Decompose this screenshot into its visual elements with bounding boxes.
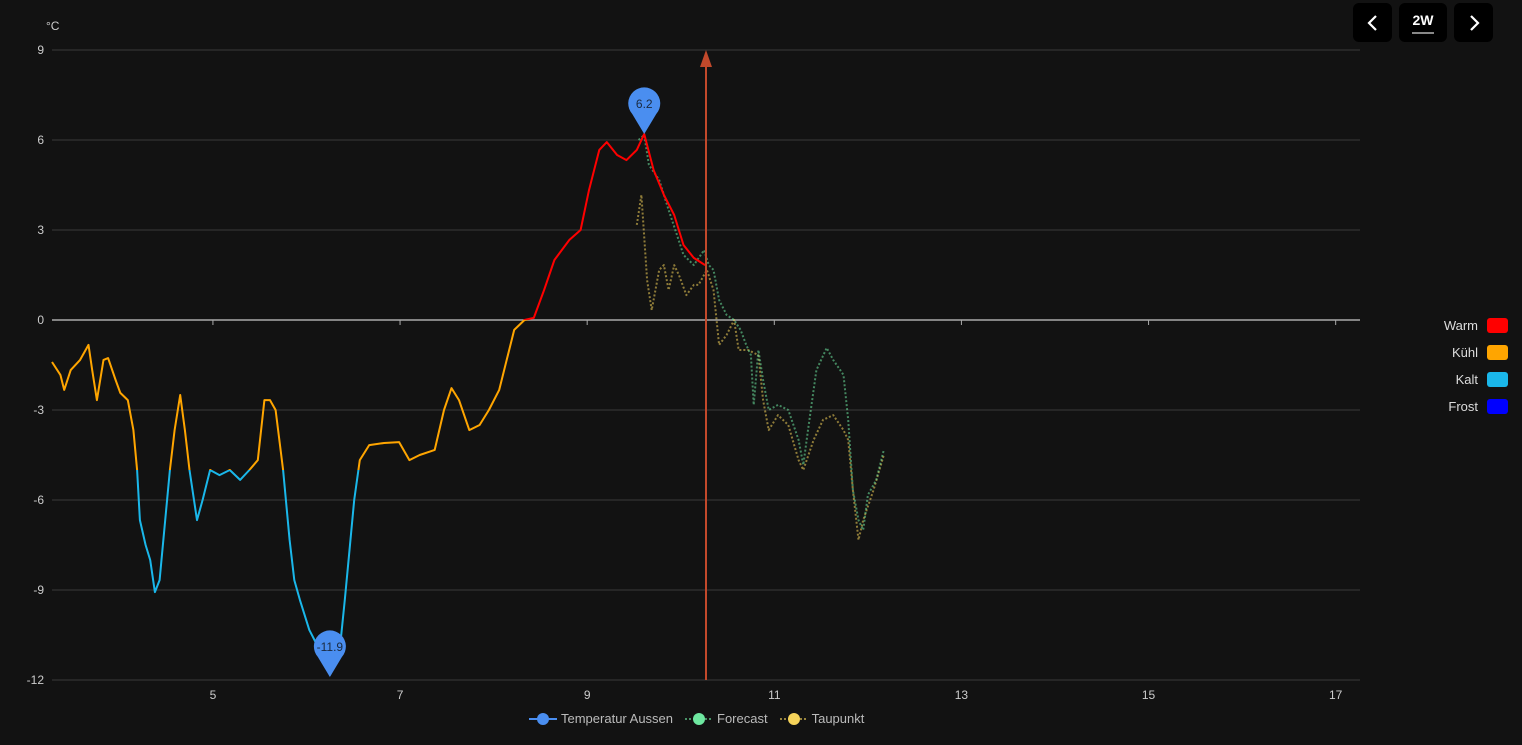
x-tick-label: 17 bbox=[1329, 688, 1343, 702]
range-label: 2W bbox=[1412, 11, 1434, 28]
series-symbol-icon bbox=[685, 712, 714, 725]
legend-label: Taupunkt bbox=[811, 711, 865, 726]
chevron-right-icon bbox=[1469, 14, 1480, 31]
legend-label: Kalt bbox=[1455, 372, 1478, 387]
x-tick-label: 5 bbox=[210, 688, 217, 702]
legend-temperatur-aussen[interactable]: Temperatur Aussen bbox=[529, 711, 673, 726]
legend-item-kalt[interactable]: Kalt bbox=[1444, 370, 1508, 389]
max-marker-label: 6.2 bbox=[636, 97, 653, 111]
y-tick-label: -9 bbox=[33, 583, 44, 597]
y-tick-label: 3 bbox=[37, 223, 44, 237]
legend-label: Warm bbox=[1443, 318, 1478, 333]
legend-item-kuehl[interactable]: Kühl bbox=[1444, 343, 1508, 362]
previous-period-button[interactable] bbox=[1353, 3, 1392, 42]
current-time-arrow-icon bbox=[700, 50, 712, 67]
x-tick-label: 7 bbox=[397, 688, 404, 702]
temperature-chart: °C 9 6 3 0 -3 -6 -9 -12 5 7 9 11 13 15 17 6.2 -11.9 bbox=[27, 19, 1360, 702]
series-symbol-icon bbox=[529, 712, 557, 725]
y-tick-label: 9 bbox=[37, 43, 44, 57]
y-tick-label: -6 bbox=[33, 493, 44, 507]
y-tick-label: -12 bbox=[27, 673, 45, 687]
series-line-temperatur-aussen bbox=[51, 133, 706, 676]
next-period-button[interactable] bbox=[1454, 3, 1493, 42]
series-line-forecast bbox=[637, 133, 885, 531]
legend-label: Temperatur Aussen bbox=[561, 711, 674, 726]
visual-map-legend: Warm Kühl Kalt Frost bbox=[1444, 316, 1508, 416]
legend-swatch bbox=[1487, 372, 1508, 387]
y-tick-label: 0 bbox=[37, 313, 44, 327]
x-tick-label: 11 bbox=[768, 688, 781, 702]
y-tick-label: 6 bbox=[37, 133, 44, 147]
legend-item-warm[interactable]: Warm bbox=[1444, 316, 1508, 335]
y-tick-label: -3 bbox=[33, 403, 44, 417]
legend-label: Kühl bbox=[1451, 345, 1478, 360]
chevron-left-icon bbox=[1366, 14, 1377, 31]
legend-forecast[interactable]: Forecast bbox=[685, 711, 768, 726]
legend-swatch bbox=[1487, 399, 1508, 414]
legend-label: Frost bbox=[1448, 399, 1478, 414]
min-marker-label: -11.9 bbox=[317, 640, 344, 654]
legend-taupunkt[interactable]: Taupunkt bbox=[779, 711, 865, 726]
legend-item-frost[interactable]: Frost bbox=[1444, 397, 1508, 416]
x-tick-label: 13 bbox=[955, 688, 969, 702]
legend-label: Forecast bbox=[717, 711, 768, 726]
x-tick-label: 15 bbox=[1142, 688, 1156, 702]
legend-swatch bbox=[1487, 318, 1508, 333]
series-legend: Temperatur Aussen Forecast Taupunkt bbox=[529, 711, 864, 726]
range-selector-button[interactable]: 2W bbox=[1399, 3, 1447, 42]
y-axis-unit: °C bbox=[46, 19, 60, 33]
series-symbol-icon bbox=[779, 712, 808, 725]
x-tick-label: 9 bbox=[584, 688, 591, 702]
legend-swatch bbox=[1487, 345, 1508, 360]
